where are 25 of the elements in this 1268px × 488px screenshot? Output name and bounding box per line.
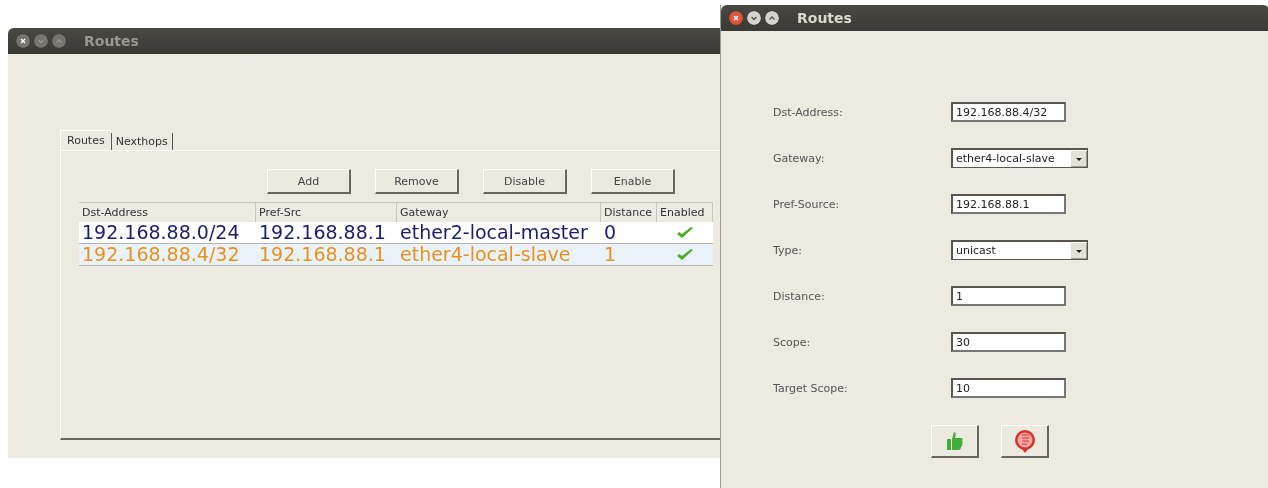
input-field[interactable]: 192.168.88.1 bbox=[951, 194, 1066, 214]
table-cell-text: 192.168.88.1 bbox=[258, 222, 387, 243]
input-field[interactable]: 1 bbox=[951, 286, 1066, 306]
window-title: Routes bbox=[84, 33, 139, 49]
input-field[interactable]: 192.168.88.4/32 bbox=[951, 102, 1066, 122]
table-cell-text: 192.168.88.4/32 bbox=[81, 244, 241, 265]
table-cell-text: 0 bbox=[603, 222, 618, 243]
dropdown[interactable]: ether4-local-slave bbox=[951, 148, 1088, 168]
table-row[interactable]: 192.168.88.0/24 192.168.88.1 ether2-local-master 0 bbox=[79, 222, 713, 244]
field-label: Dst-Address: bbox=[773, 105, 844, 119]
table-cell-text: ether2-local-master bbox=[399, 222, 589, 243]
field-label: Pref-Source: bbox=[773, 197, 841, 211]
dropdown[interactable]: unicast bbox=[951, 240, 1088, 260]
field-label: Target Scope: bbox=[773, 381, 849, 395]
field-label: Scope: bbox=[773, 335, 812, 349]
input-field[interactable]: 10 bbox=[951, 378, 1066, 398]
table-cell-text: 1 bbox=[603, 244, 618, 265]
table-cell-text: 192.168.88.1 bbox=[258, 244, 387, 265]
table-cell-text: ether4-local-slave bbox=[399, 244, 572, 265]
input-field[interactable]: 30 bbox=[951, 332, 1066, 352]
table-cell-text: 192.168.88.0/24 bbox=[81, 222, 241, 243]
field-label: Distance: bbox=[773, 289, 826, 303]
field-label: Gateway: bbox=[773, 151, 826, 165]
field-label: Type: bbox=[773, 243, 803, 257]
window-title: Routes bbox=[797, 10, 852, 26]
